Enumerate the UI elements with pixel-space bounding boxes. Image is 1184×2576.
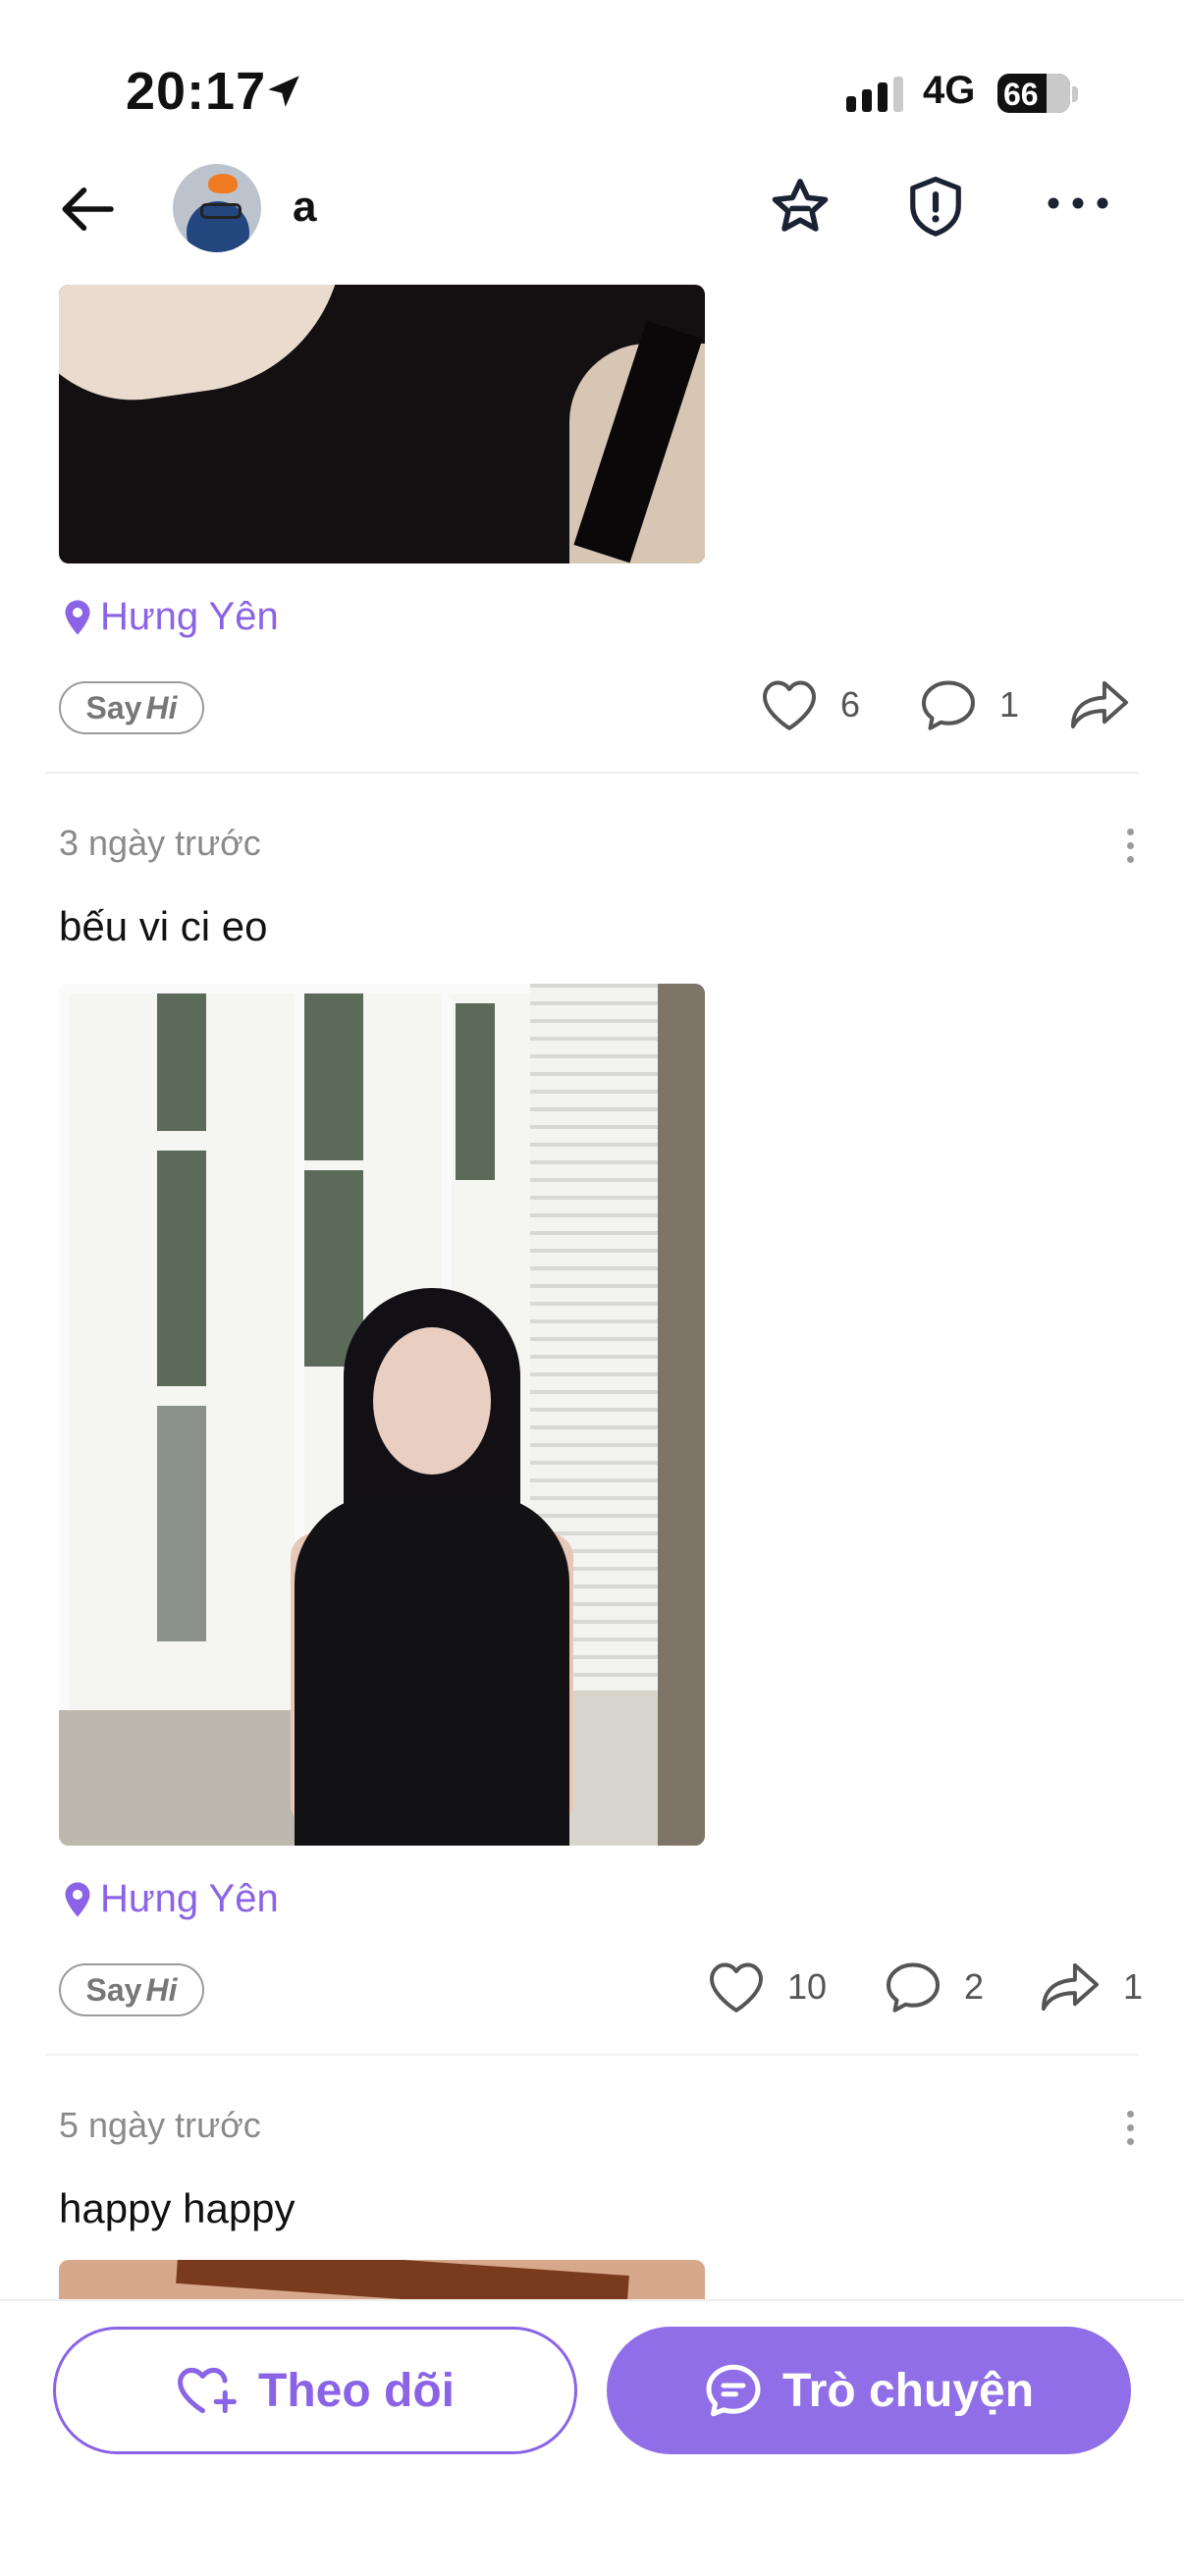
post-location[interactable]: Hưng Yên	[63, 1877, 279, 1921]
sayhi-hi: Hi	[145, 1971, 178, 2008]
location-label: Hưng Yên	[100, 1877, 279, 1920]
post-location[interactable]: Hưng Yên	[63, 595, 279, 639]
share-arrow-icon	[1041, 1962, 1100, 2012]
location-pin-icon	[65, 600, 90, 634]
username[interactable]: a	[293, 183, 316, 232]
comment-bubble-icon	[922, 680, 975, 730]
chat-label: Trò chuyện	[781, 2364, 1035, 2417]
post-time: 3 ngày trước	[59, 823, 261, 863]
shield-report-icon[interactable]	[905, 173, 966, 242]
post-photo[interactable]	[59, 285, 705, 564]
share-button[interactable]: 1	[1039, 1959, 1143, 2014]
comment-count: 1	[999, 684, 1020, 724]
posts-feed[interactable]: Hưng Yên Say Hi 6 1 3 ngày trước bếu vi c…	[0, 285, 1184, 2299]
star-favorite-icon[interactable]	[768, 175, 833, 240]
battery-tip	[1072, 86, 1078, 102]
follow-button[interactable]: Theo dõi	[53, 2327, 577, 2454]
post-time: 5 ngày trước	[59, 2105, 261, 2145]
battery-level: 66	[1003, 77, 1039, 112]
more-options-icon[interactable]	[1047, 196, 1109, 210]
profile-header: a	[0, 147, 1184, 285]
comment-button[interactable]: 2	[884, 1959, 984, 2014]
bottom-action-bar: Theo dõi Trò chuyện	[0, 2299, 1184, 2576]
post-menu-icon[interactable]	[1127, 2111, 1135, 2152]
comment-bubble-icon	[887, 1962, 940, 2012]
sayhi-button[interactable]: Say Hi	[59, 681, 204, 734]
location-pin-icon	[65, 1882, 90, 1916]
post-photo[interactable]	[59, 2260, 705, 2299]
sayhi-say: Say	[85, 689, 142, 725]
heart-icon	[710, 1962, 763, 2012]
heart-plus-icon	[178, 2367, 237, 2414]
location-arrow-icon	[268, 76, 299, 107]
share-button[interactable]	[1068, 677, 1153, 732]
share-count: 1	[1123, 1966, 1144, 2007]
post-text: happy happy	[59, 2185, 296, 2231]
like-count: 6	[840, 684, 861, 724]
heart-icon	[763, 680, 816, 730]
network-label: 4G	[923, 69, 976, 112]
like-button[interactable]: 10	[707, 1959, 827, 2014]
post-photo[interactable]	[59, 984, 705, 1846]
comment-count: 2	[964, 1966, 985, 2007]
sayhi-button[interactable]: Say Hi	[59, 1963, 204, 2016]
status-time: 20:17	[126, 62, 267, 121]
like-button[interactable]: 6	[760, 677, 860, 732]
post-divider	[45, 2054, 1139, 2056]
comment-button[interactable]: 1	[919, 677, 1019, 732]
chat-button[interactable]: Trò chuyện	[607, 2327, 1131, 2454]
like-count: 10	[787, 1966, 828, 2007]
post-text: bếu vi ci eo	[59, 903, 268, 949]
chat-bubble-icon	[706, 2364, 761, 2417]
back-arrow-icon[interactable]	[57, 177, 122, 242]
post-divider	[45, 772, 1139, 774]
post-menu-icon[interactable]	[1127, 829, 1135, 870]
follow-label: Theo dõi	[258, 2364, 455, 2417]
share-arrow-icon	[1070, 680, 1129, 729]
sayhi-say: Say	[85, 1971, 142, 2008]
location-label: Hưng Yên	[100, 595, 279, 638]
sayhi-hi: Hi	[145, 689, 178, 725]
avatar[interactable]	[173, 164, 261, 252]
signal-icon	[846, 77, 903, 112]
battery-icon: 66	[997, 74, 1070, 113]
